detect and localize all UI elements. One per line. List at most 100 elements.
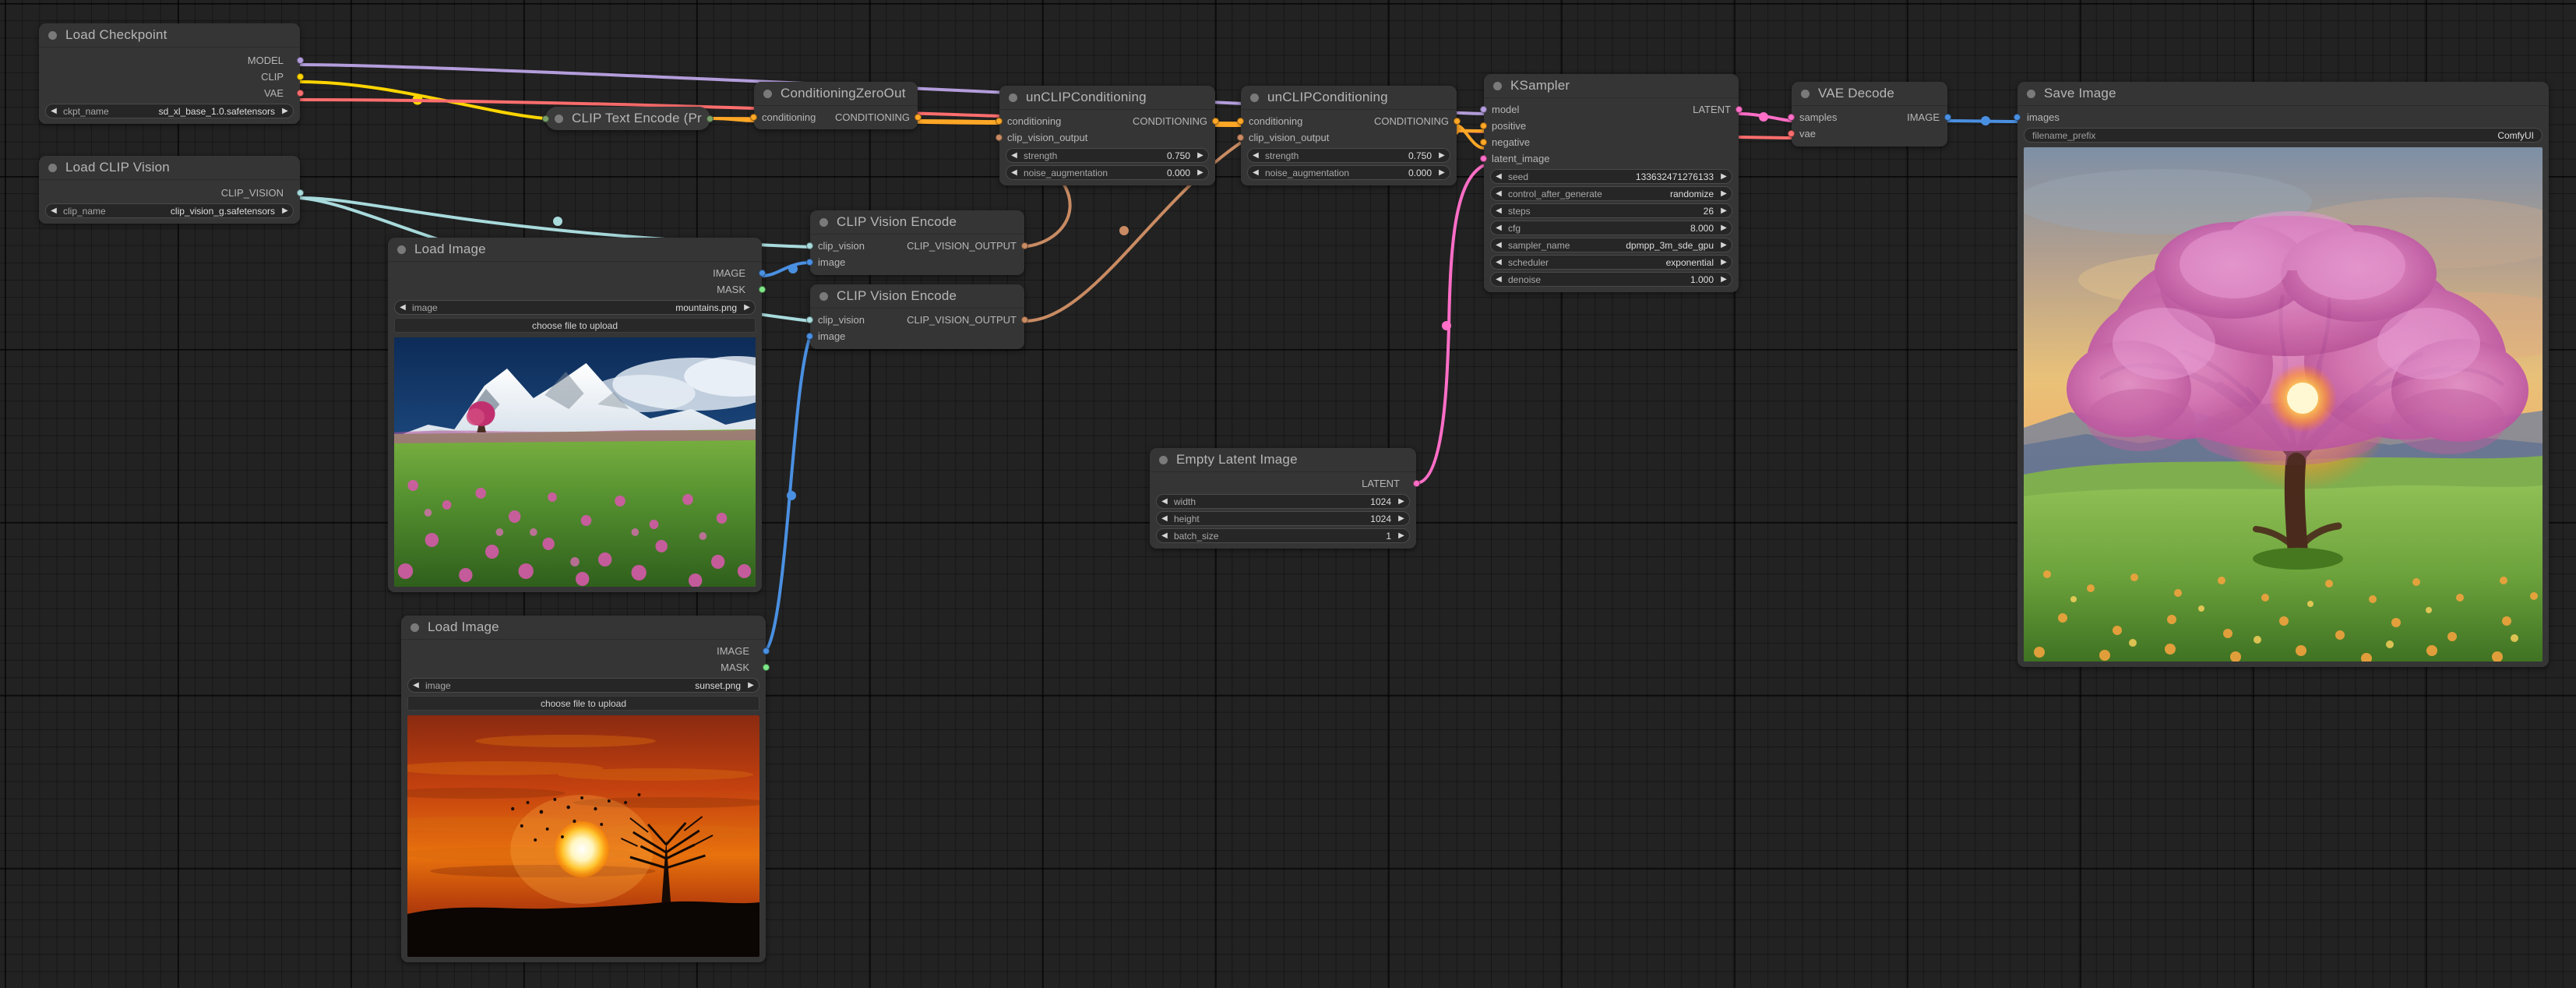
decrement-arrow-icon[interactable]: ◀ bbox=[1491, 206, 1504, 215]
decrement-arrow-icon[interactable]: ◀ bbox=[1157, 514, 1170, 523]
output-slot-image[interactable]: IMAGE bbox=[401, 643, 770, 659]
collapse-toggle-icon[interactable] bbox=[411, 623, 419, 632]
increment-arrow-icon[interactable]: ▶ bbox=[1396, 497, 1409, 506]
widget-image-name[interactable]: ◀ image mountains.png ▶ bbox=[394, 300, 756, 315]
upload-image-button[interactable]: choose file to upload bbox=[394, 318, 756, 333]
input-slot-latent-image[interactable]: latent_image bbox=[1480, 150, 1739, 167]
decrement-arrow-icon[interactable]: ◀ bbox=[1157, 531, 1170, 540]
increment-arrow-icon[interactable]: ▶ bbox=[1195, 151, 1208, 160]
node-clip-vision-encode-2[interactable]: CLIP Vision Encode clip_vision CLIP_VISI… bbox=[806, 284, 1028, 349]
slot-dot-model-icon[interactable] bbox=[1480, 106, 1487, 113]
increment-arrow-icon[interactable]: ▶ bbox=[1718, 258, 1732, 266]
upload-image-button[interactable]: choose file to upload bbox=[407, 696, 759, 711]
increment-arrow-icon[interactable]: ▶ bbox=[1718, 241, 1732, 249]
slot-dot-mask-icon[interactable] bbox=[759, 286, 766, 293]
decrement-arrow-icon[interactable]: ◀ bbox=[1248, 151, 1261, 160]
decrement-arrow-icon[interactable]: ◀ bbox=[1491, 224, 1504, 232]
input-slot-positive[interactable]: positive bbox=[1480, 118, 1739, 134]
widget-noise-augmentation[interactable]: ◀ noise_augmentation 0.000 ▶ bbox=[1247, 165, 1450, 180]
node-conditioning-zero-out[interactable]: ConditioningZeroOut conditioning CONDITI… bbox=[750, 82, 922, 129]
increment-arrow-icon[interactable]: ▶ bbox=[1718, 224, 1732, 232]
increment-arrow-icon[interactable]: ▶ bbox=[1396, 514, 1409, 523]
increment-arrow-icon[interactable]: ▶ bbox=[1718, 172, 1732, 181]
widget-steps[interactable]: ◀ steps 26 ▶ bbox=[1490, 203, 1732, 218]
widget-clip-name[interactable]: ◀ clip_name clip_vision_g.safetensors ▶ bbox=[45, 203, 294, 218]
node-clip-vision-encode-1[interactable]: CLIP Vision Encode clip_vision CLIP_VISI… bbox=[806, 210, 1028, 275]
decrement-arrow-icon[interactable]: ◀ bbox=[1006, 168, 1020, 177]
decrement-arrow-icon[interactable]: ◀ bbox=[1491, 275, 1504, 284]
decrement-arrow-icon[interactable]: ◀ bbox=[1491, 241, 1504, 249]
slot-dot-clip-vision-icon[interactable] bbox=[297, 189, 304, 196]
collapse-toggle-icon[interactable] bbox=[763, 89, 772, 98]
node-ksampler[interactable]: KSampler model LATENT positive negative … bbox=[1480, 74, 1743, 292]
increment-arrow-icon[interactable]: ▶ bbox=[745, 681, 759, 690]
slot-dot-image-icon[interactable] bbox=[806, 333, 813, 340]
widget-strength[interactable]: ◀ strength 0.750 ▶ bbox=[1006, 148, 1209, 163]
node-load-clip-vision[interactable]: Load CLIP Vision CLIP_VISION ◀ clip_name… bbox=[39, 156, 304, 224]
slot-dot-conditioning-out-icon[interactable] bbox=[1212, 118, 1219, 125]
collapse-toggle-icon[interactable] bbox=[819, 217, 828, 227]
decrement-arrow-icon[interactable]: ◀ bbox=[1006, 151, 1020, 160]
collapse-toggle-icon[interactable] bbox=[555, 114, 563, 123]
node-load-image-mountains[interactable]: Load Image IMAGE MASK ◀ image mountains.… bbox=[388, 238, 766, 592]
input-slot-images[interactable]: images bbox=[2014, 109, 2549, 125]
slot-dot-conditioning-out-icon[interactable] bbox=[914, 114, 922, 121]
slot-dot-clip-icon[interactable] bbox=[297, 73, 304, 80]
node-vae-decode[interactable]: VAE Decode samples IMAGE vae bbox=[1788, 82, 1951, 146]
collapse-toggle-icon[interactable] bbox=[1493, 81, 1502, 90]
slot-dot-clip-vision-icon[interactable] bbox=[806, 242, 813, 249]
decrement-arrow-icon[interactable]: ◀ bbox=[408, 681, 421, 690]
widget-height[interactable]: ◀ height 1024 ▶ bbox=[1156, 511, 1410, 526]
slot-dot-image-icon[interactable] bbox=[1944, 114, 1951, 121]
input-slot-image[interactable]: image bbox=[806, 328, 1024, 344]
slot-dot-positive-icon[interactable] bbox=[1480, 122, 1487, 129]
widget-image-name[interactable]: ◀ image sunset.png ▶ bbox=[407, 678, 759, 693]
slot-dot-mask-icon[interactable] bbox=[763, 664, 770, 671]
output-slot-vae[interactable]: VAE bbox=[39, 85, 304, 101]
slot-dot-conditioning-out-icon[interactable] bbox=[1454, 118, 1461, 125]
node-load-checkpoint[interactable]: Load Checkpoint MODEL CLIP VAE ◀ ckpt_na… bbox=[39, 23, 304, 124]
slot-dot-conditioning-output-icon[interactable] bbox=[707, 115, 714, 122]
output-slot-clip[interactable]: CLIP bbox=[39, 69, 304, 85]
output-slot-mask[interactable]: MASK bbox=[388, 281, 766, 298]
output-slot-latent[interactable]: LATENT bbox=[1150, 475, 1420, 492]
slot-dot-clip-vision-output-icon[interactable] bbox=[1021, 242, 1028, 249]
slot-dot-image-icon[interactable] bbox=[763, 647, 770, 655]
slot-dot-latent-icon[interactable] bbox=[1413, 480, 1420, 487]
widget-cfg[interactable]: ◀ cfg 8.000 ▶ bbox=[1490, 221, 1732, 235]
collapse-toggle-icon[interactable] bbox=[48, 163, 57, 172]
increment-arrow-icon[interactable]: ▶ bbox=[280, 206, 293, 215]
output-slot-mask[interactable]: MASK bbox=[401, 659, 770, 676]
slot-dot-negative-icon[interactable] bbox=[1480, 139, 1487, 146]
widget-filename-prefix[interactable]: filename_prefix ComfyUI bbox=[2024, 128, 2543, 143]
increment-arrow-icon[interactable]: ▶ bbox=[1718, 206, 1732, 215]
slot-dot-conditioning-in-icon[interactable] bbox=[1237, 118, 1244, 125]
collapse-toggle-icon[interactable] bbox=[819, 291, 828, 301]
slot-dot-clip-vision-output-icon[interactable] bbox=[996, 134, 1003, 141]
slot-dot-latent-image-icon[interactable] bbox=[1480, 155, 1487, 162]
collapse-toggle-icon[interactable] bbox=[1159, 455, 1168, 464]
slot-dot-conditioning-in-icon[interactable] bbox=[750, 114, 757, 121]
increment-arrow-icon[interactable]: ▶ bbox=[280, 107, 293, 115]
output-slot-model[interactable]: MODEL bbox=[39, 52, 304, 69]
node-unclip-conditioning-1[interactable]: unCLIPConditioning conditioning CONDITIO… bbox=[996, 86, 1219, 185]
output-slot-clip-vision[interactable]: CLIP_VISION bbox=[39, 185, 304, 201]
node-load-image-sunset[interactable]: Load Image IMAGE MASK ◀ image sunset.png… bbox=[401, 616, 770, 962]
input-slot-image[interactable]: image bbox=[806, 254, 1024, 270]
widget-scheduler[interactable]: ◀ scheduler exponential ▶ bbox=[1490, 255, 1732, 270]
slot-dot-model-icon[interactable] bbox=[297, 57, 304, 64]
input-slot-clip-vision-output[interactable]: clip_vision_output bbox=[996, 129, 1215, 146]
increment-arrow-icon[interactable]: ▶ bbox=[1436, 168, 1450, 177]
widget-denoise[interactable]: ◀ denoise 1.000 ▶ bbox=[1490, 272, 1732, 287]
increment-arrow-icon[interactable]: ▶ bbox=[742, 303, 755, 312]
widget-width[interactable]: ◀ width 1024 ▶ bbox=[1156, 494, 1410, 509]
decrement-arrow-icon[interactable]: ◀ bbox=[1491, 172, 1504, 181]
increment-arrow-icon[interactable]: ▶ bbox=[1396, 531, 1409, 540]
slot-dot-latent-icon[interactable] bbox=[1736, 106, 1743, 113]
input-slot-clip-vision-output[interactable]: clip_vision_output bbox=[1237, 129, 1457, 146]
widget-seed[interactable]: ◀ seed 133632471276133 ▶ bbox=[1490, 169, 1732, 184]
slot-dot-clip-vision-output-icon[interactable] bbox=[1021, 316, 1028, 323]
increment-arrow-icon[interactable]: ▶ bbox=[1195, 168, 1208, 177]
slot-dot-vae-icon[interactable] bbox=[1788, 130, 1795, 137]
widget-sampler-name[interactable]: ◀ sampler_name dpmpp_3m_sde_gpu ▶ bbox=[1490, 238, 1732, 252]
